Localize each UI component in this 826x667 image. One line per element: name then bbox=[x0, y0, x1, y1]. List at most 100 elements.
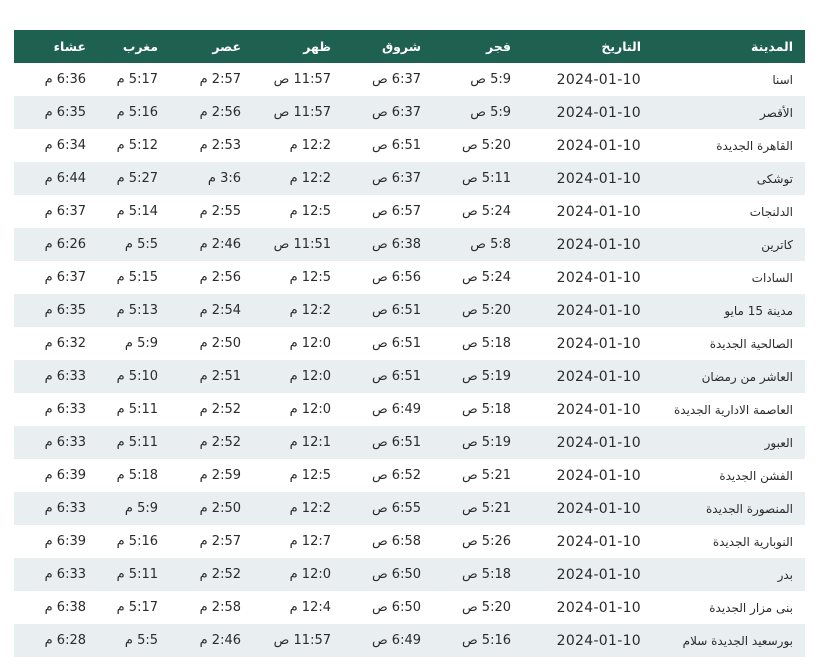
cell-city: توشكى bbox=[653, 162, 805, 195]
cell-city: المنصورة الجديدة bbox=[653, 492, 805, 525]
cell-shorouk: 6:50 ص bbox=[343, 558, 433, 591]
cell-asr: 2:58 م bbox=[170, 591, 253, 624]
cell-dhuhr: 12:0 م bbox=[253, 360, 343, 393]
table-row: مدينة 15 مايو 2024-01-10 5:20 ص 6:51 ص 1… bbox=[14, 294, 805, 327]
cell-date: 2024-01-10 bbox=[523, 558, 653, 591]
cell-city: كاترين bbox=[653, 228, 805, 261]
cell-fajr: 5:11 ص bbox=[433, 162, 523, 195]
header-shorouk: شروق bbox=[381, 39, 421, 54]
cell-shorouk: 6:49 ص bbox=[343, 393, 433, 426]
table-row: السادات 2024-01-10 5:24 ص 6:56 ص 12:5 م … bbox=[14, 261, 805, 294]
cell-city: العاشر من رمضان bbox=[653, 360, 805, 393]
cell-fajr: 5:20 ص bbox=[433, 591, 523, 624]
table-row: الدلنجات 2024-01-10 5:24 ص 6:57 ص 12:5 م… bbox=[14, 195, 805, 228]
table-row: العبور 2024-01-10 5:19 ص 6:51 ص 12:1 م 2… bbox=[14, 426, 805, 459]
cell-asr: 3:6 م bbox=[170, 162, 253, 195]
cell-isha: 6:38 م bbox=[14, 591, 98, 624]
cell-maghrib: 5:16 م bbox=[98, 96, 170, 129]
cell-isha: 6:33 م bbox=[14, 558, 98, 591]
cell-isha: 6:35 م bbox=[14, 96, 98, 129]
table-row: الأقصر 2024-01-10 5:9 ص 6:37 ص 11:57 ص 2… bbox=[14, 96, 805, 129]
cell-shorouk: 6:51 ص bbox=[343, 426, 433, 459]
cell-isha: 6:37 م bbox=[14, 195, 98, 228]
cell-isha: 6:32 م bbox=[14, 327, 98, 360]
cell-maghrib: 5:16 م bbox=[98, 525, 170, 558]
header-isha: عشاء bbox=[53, 39, 86, 54]
cell-isha: 6:35 م bbox=[14, 294, 98, 327]
cell-dhuhr: 12:0 م bbox=[253, 327, 343, 360]
table-row: العاشر من رمضان 2024-01-10 5:19 ص 6:51 ص… bbox=[14, 360, 805, 393]
cell-shorouk: 6:38 ص bbox=[343, 228, 433, 261]
cell-maghrib: 5:17 م bbox=[98, 63, 170, 96]
cell-asr: 2:50 م bbox=[170, 492, 253, 525]
cell-dhuhr: 12:2 م bbox=[253, 294, 343, 327]
cell-city: بدر bbox=[653, 558, 805, 591]
cell-asr: 2:52 م bbox=[170, 393, 253, 426]
cell-city: اسنا bbox=[653, 63, 805, 96]
cell-fajr: 5:9 ص bbox=[433, 63, 523, 96]
header-asr: عصر bbox=[212, 39, 241, 54]
cell-fajr: 5:16 ص bbox=[433, 624, 523, 657]
table-row: بنى مزار الجديدة 2024-01-10 5:20 ص 6:50 … bbox=[14, 591, 805, 624]
cell-maghrib: 5:10 م bbox=[98, 360, 170, 393]
table-row: القاهرة الجديدة 2024-01-10 5:20 ص 6:51 ص… bbox=[14, 129, 805, 162]
table-row: المنصورة الجديدة 2024-01-10 5:21 ص 6:55 … bbox=[14, 492, 805, 525]
cell-date: 2024-01-10 bbox=[523, 459, 653, 492]
cell-shorouk: 6:51 ص bbox=[343, 294, 433, 327]
cell-city: بورسعيد الجديدة سلام bbox=[653, 624, 805, 657]
cell-shorouk: 6:51 ص bbox=[343, 360, 433, 393]
cell-shorouk: 6:57 ص bbox=[343, 195, 433, 228]
table-row: النوبارية الجديدة 2024-01-10 5:26 ص 6:58… bbox=[14, 525, 805, 558]
cell-asr: 2:56 م bbox=[170, 261, 253, 294]
cell-date: 2024-01-10 bbox=[523, 525, 653, 558]
cell-shorouk: 6:55 ص bbox=[343, 492, 433, 525]
cell-dhuhr: 12:7 م bbox=[253, 525, 343, 558]
cell-maghrib: 5:18 م bbox=[98, 459, 170, 492]
cell-maghrib: 5:27 م bbox=[98, 162, 170, 195]
cell-fajr: 5:21 ص bbox=[433, 492, 523, 525]
cell-isha: 6:36 م bbox=[14, 63, 98, 96]
cell-asr: 2:51 م bbox=[170, 360, 253, 393]
cell-city: العاصمة الادارية الجديدة bbox=[653, 393, 805, 426]
cell-city: الصالحية الجديدة bbox=[653, 327, 805, 360]
cell-isha: 6:33 م bbox=[14, 393, 98, 426]
cell-asr: 2:46 م bbox=[170, 228, 253, 261]
cell-date: 2024-01-10 bbox=[523, 261, 653, 294]
cell-fajr: 5:18 ص bbox=[433, 558, 523, 591]
cell-dhuhr: 11:57 ص bbox=[253, 96, 343, 129]
cell-maghrib: 5:5 م bbox=[98, 624, 170, 657]
cell-isha: 6:39 م bbox=[14, 459, 98, 492]
cell-date: 2024-01-10 bbox=[523, 360, 653, 393]
cell-date: 2024-01-10 bbox=[523, 162, 653, 195]
cell-dhuhr: 12:5 م bbox=[253, 261, 343, 294]
cell-maghrib: 5:17 م bbox=[98, 591, 170, 624]
cell-date: 2024-01-10 bbox=[523, 492, 653, 525]
table-row: الفشن الجديدة 2024-01-10 5:21 ص 6:52 ص 1… bbox=[14, 459, 805, 492]
cell-date: 2024-01-10 bbox=[523, 63, 653, 96]
table-row: كاترين 2024-01-10 5:8 ص 6:38 ص 11:51 ص 2… bbox=[14, 228, 805, 261]
cell-city: العبور bbox=[653, 426, 805, 459]
cell-city: الأقصر bbox=[653, 96, 805, 129]
cell-maghrib: 5:9 م bbox=[98, 492, 170, 525]
cell-date: 2024-01-10 bbox=[523, 129, 653, 162]
prayer-times-table: المدينة التاريخ فجر شروق ظهر عصر مغرب عش… bbox=[14, 30, 805, 657]
table-row: العاصمة الادارية الجديدة 2024-01-10 5:18… bbox=[14, 393, 805, 426]
cell-maghrib: 5:14 م bbox=[98, 195, 170, 228]
cell-fajr: 5:18 ص bbox=[433, 327, 523, 360]
cell-maghrib: 5:9 م bbox=[98, 327, 170, 360]
cell-shorouk: 6:49 ص bbox=[343, 624, 433, 657]
cell-dhuhr: 11:57 ص bbox=[253, 63, 343, 96]
cell-shorouk: 6:50 ص bbox=[343, 591, 433, 624]
cell-fajr: 5:26 ص bbox=[433, 525, 523, 558]
cell-fajr: 5:19 ص bbox=[433, 426, 523, 459]
cell-isha: 6:28 م bbox=[14, 624, 98, 657]
cell-date: 2024-01-10 bbox=[523, 96, 653, 129]
cell-asr: 2:56 م bbox=[170, 96, 253, 129]
header-maghrib: مغرب bbox=[122, 39, 158, 54]
cell-city: بنى مزار الجديدة bbox=[653, 591, 805, 624]
cell-fajr: 5:19 ص bbox=[433, 360, 523, 393]
cell-dhuhr: 12:2 م bbox=[253, 162, 343, 195]
cell-dhuhr: 12:5 م bbox=[253, 195, 343, 228]
cell-asr: 2:52 م bbox=[170, 426, 253, 459]
cell-date: 2024-01-10 bbox=[523, 624, 653, 657]
